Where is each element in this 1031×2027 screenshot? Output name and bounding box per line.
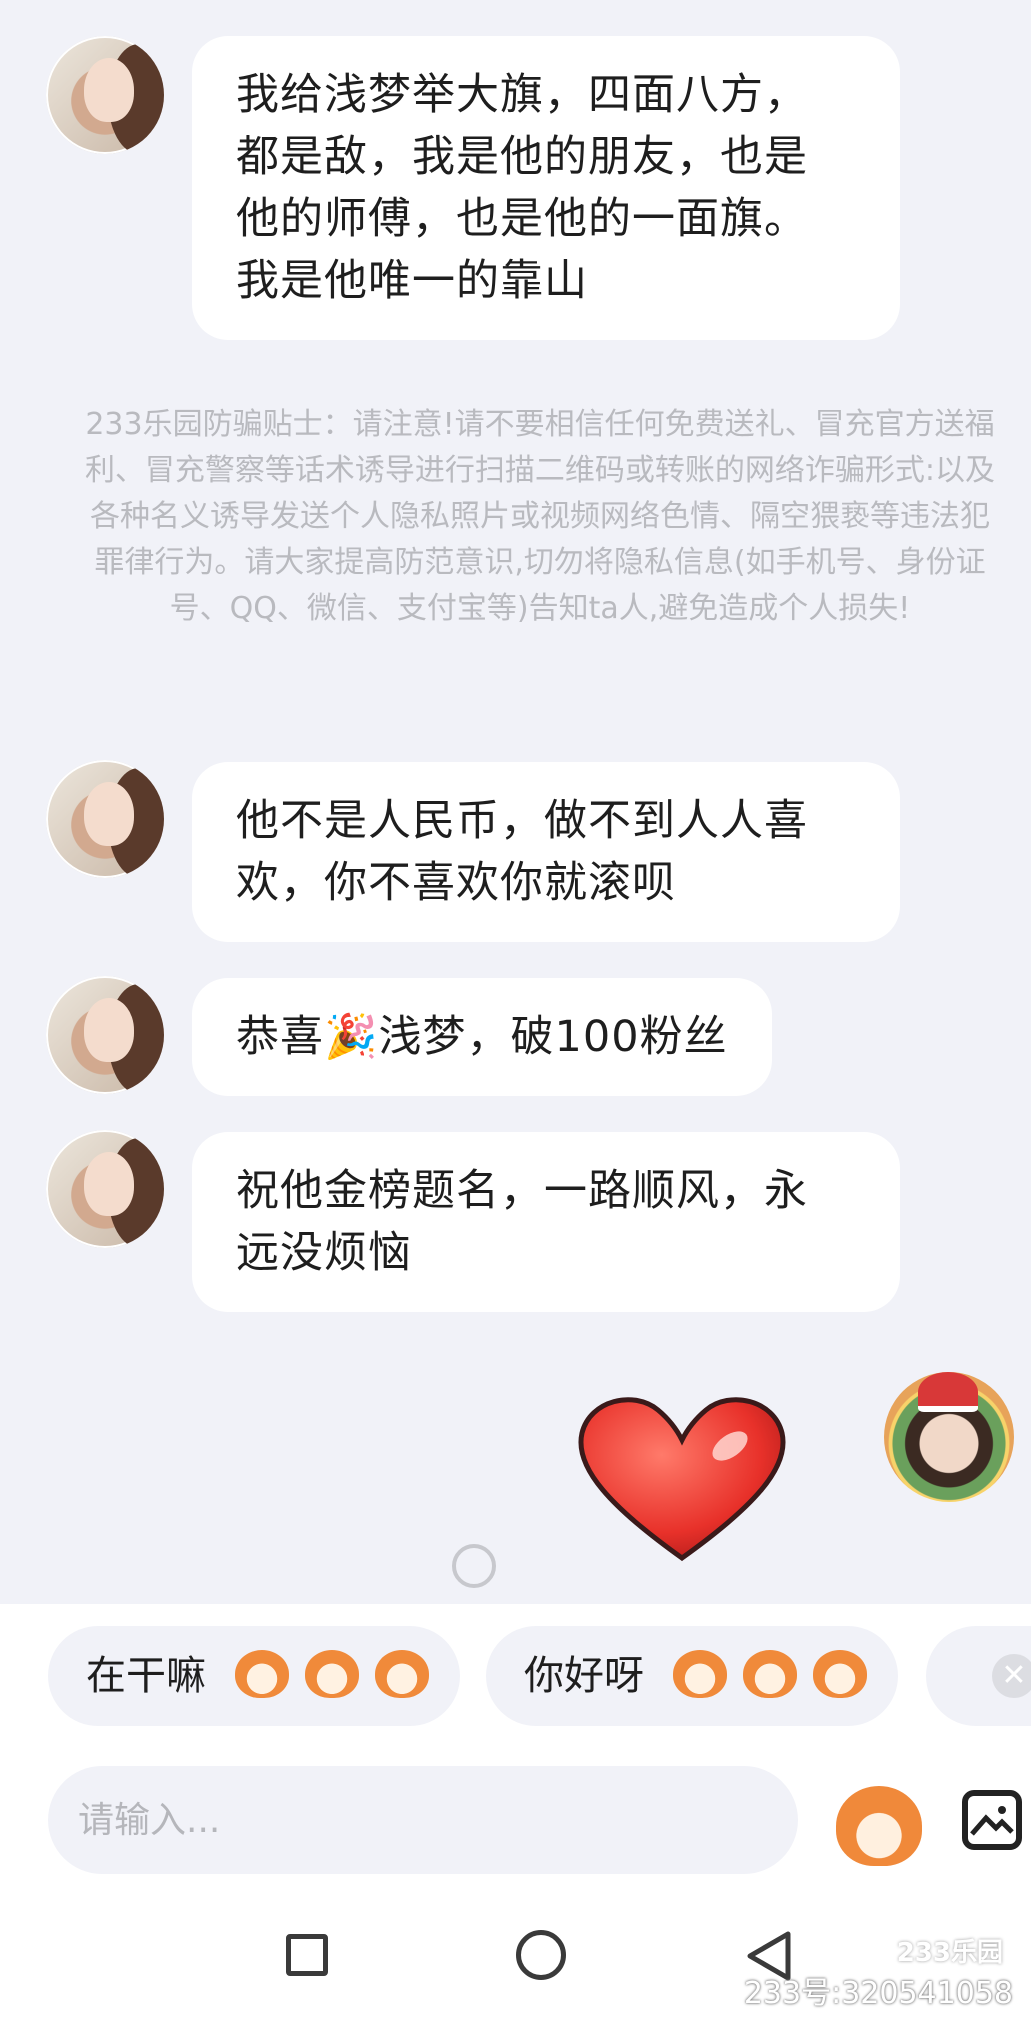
loading-indicator-icon — [452, 1544, 496, 1588]
sender-avatar[interactable] — [46, 36, 164, 154]
sender-avatar[interactable] — [46, 976, 164, 1094]
message-bubble: 祝他金榜题名，一路顺风，永 远没烦恼 — [192, 1132, 900, 1312]
message-bubble: 我给浅梦举大旗，四面八方， 都是敌，我是他的朋友，也是 他的师傅，也是他的一面旗… — [192, 36, 900, 340]
message-bubble: 恭喜🎉浅梦，破100粉丝 — [192, 978, 772, 1096]
sender-avatar[interactable] — [46, 1130, 164, 1248]
recent-apps-button[interactable] — [286, 1934, 328, 1976]
monkey-grin-emoji-icon — [304, 1650, 359, 1698]
monkey-grin-emoji-icon — [234, 1650, 289, 1698]
image-picker-icon[interactable] — [962, 1790, 1022, 1850]
message-bubble: 他不是人民币，做不到人人喜 欢，你不喜欢你就滚呗 — [192, 762, 900, 942]
my-avatar[interactable] — [884, 1372, 1014, 1502]
quick-reply-label: 你好呀 — [524, 1653, 644, 1699]
monkey-grin-emoji-icon — [374, 1650, 429, 1698]
emoji-button-icon[interactable] — [836, 1786, 922, 1866]
quick-reply-chip[interactable]: 你好呀 — [486, 1626, 898, 1726]
message-input[interactable] — [48, 1766, 798, 1874]
monkey-face-emoji-icon — [672, 1650, 727, 1698]
watermark-logo: 233乐园 — [896, 1938, 1003, 1968]
watermark-id: 233号:320541058 — [743, 1976, 1013, 2011]
close-icon[interactable]: ✕ — [992, 1654, 1031, 1698]
quick-reply-label: 在干嘛 — [86, 1653, 206, 1699]
quick-reply-chip[interactable]: 在干嘛 — [48, 1626, 460, 1726]
anti-fraud-notice: 233乐园防骗贴士：请注意!请不要相信任何免费送礼、冒充官方送福利、冒充警察等话… — [84, 407, 996, 626]
sender-avatar[interactable] — [46, 760, 164, 878]
home-button[interactable] — [516, 1930, 566, 1980]
monkey-face-emoji-icon — [812, 1650, 867, 1698]
monkey-face-emoji-icon — [742, 1650, 797, 1698]
heart-sticker[interactable] — [572, 1388, 792, 1568]
